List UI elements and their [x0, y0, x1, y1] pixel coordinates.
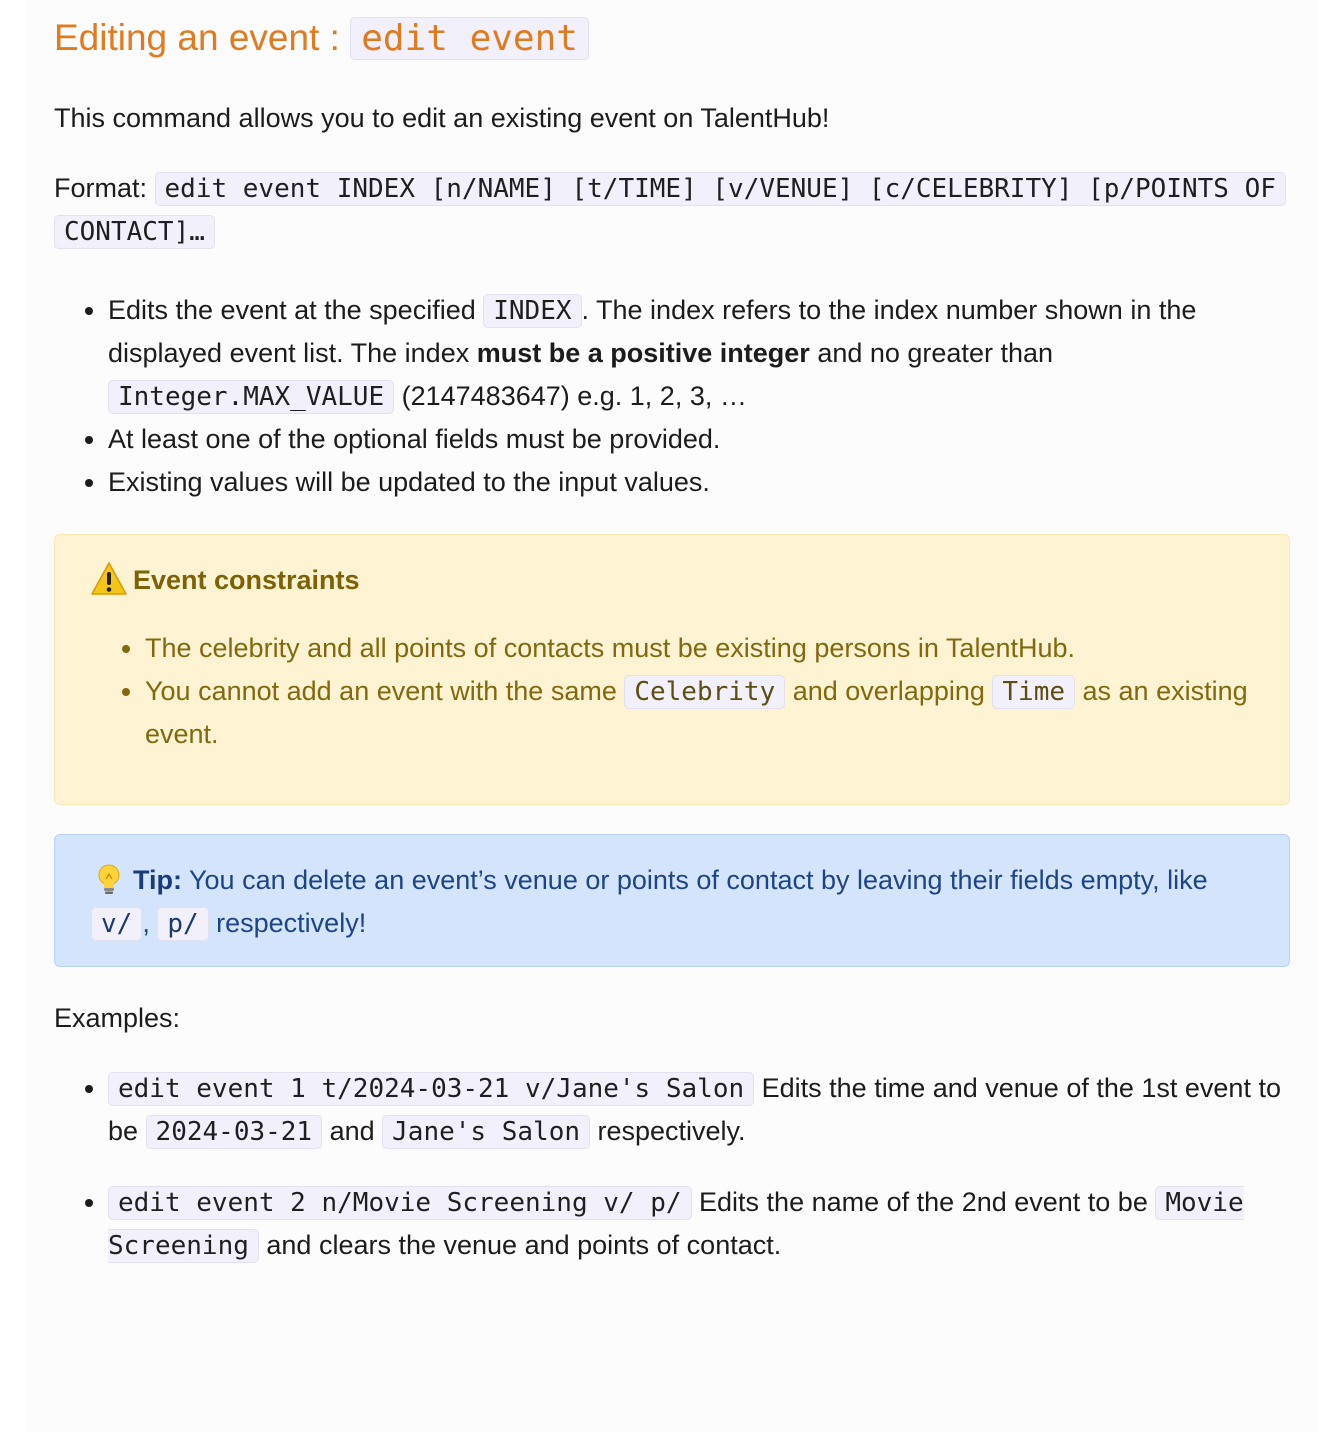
text: (2147483647) e.g. 1, 2, 3, … — [394, 381, 747, 412]
text: You cannot add an event with the same — [145, 676, 625, 707]
intro-paragraph: This command allows you to edit an exist… — [54, 103, 830, 134]
inline-code: Integer.MAX_VALUE — [108, 380, 395, 415]
inline-code: p/ — [157, 907, 209, 942]
inline-code: 2024-03-21 — [145, 1115, 323, 1150]
tip-text: You can delete an event’s venue or point… — [182, 865, 1208, 896]
inline-code: edit event 1 t/2024-03-21 v/Jane's Salon — [108, 1072, 755, 1107]
list-item: edit event 2 n/Movie Screening v/ p/ Edi… — [108, 1181, 1290, 1267]
warning-header: Event constraints — [91, 559, 1253, 602]
tip-box: Tip: You can delete an event’s venue or … — [54, 834, 1290, 968]
list-item: You cannot add an event with the same Ce… — [145, 670, 1253, 756]
doc-content: Editing an event : edit event This comma… — [54, 0, 1290, 1267]
list-item: Existing values will be updated to the i… — [108, 461, 1290, 504]
section-heading: Editing an event : edit event — [54, 0, 1290, 64]
list-item: edit event 1 t/2024-03-21 v/Jane's Salon… — [108, 1067, 1290, 1153]
tip-text: respectively! — [208, 908, 367, 939]
bold-text: must be a positive integer — [476, 338, 810, 369]
warning-title: Event constraints — [133, 565, 360, 596]
inline-code: v/ — [91, 907, 143, 942]
heading-text: Editing an event : — [54, 17, 351, 58]
tip-text: , — [142, 908, 158, 939]
heading-code: edit event — [350, 17, 589, 60]
inline-code: Celebrity — [624, 675, 786, 710]
text: and clears the venue and points of conta… — [258, 1230, 782, 1261]
list-item: The celebrity and all points of contacts… — [145, 627, 1253, 670]
text: and overlapping — [785, 676, 993, 707]
text: Edits the event at the specified — [108, 295, 484, 326]
list-item: At least one of the optional fields must… — [108, 418, 1290, 461]
tip-label: Tip: — [133, 865, 182, 896]
inline-code: edit event 2 n/Movie Screening v/ p/ — [108, 1186, 692, 1221]
list-item: Edits the event at the specified INDEX. … — [108, 289, 1290, 418]
format-label: Format: — [54, 173, 155, 204]
inline-code: INDEX — [483, 294, 582, 329]
format-code: edit event INDEX [n/NAME] [t/TIME] [v/VE… — [54, 172, 1286, 250]
warning-list: The celebrity and all points of contacts… — [91, 627, 1253, 756]
warning-box: Event constraints The celebrity and all … — [54, 534, 1290, 806]
text: Edits the name of the 2nd event to be — [691, 1187, 1156, 1218]
warning-icon — [91, 562, 127, 596]
examples-label: Examples: — [54, 1003, 181, 1034]
lightbulb-icon — [98, 864, 120, 895]
format-paragraph: Format: edit event INDEX [n/NAME] [t/TIM… — [54, 167, 1290, 253]
details-list: Edits the event at the specified INDEX. … — [54, 289, 1290, 504]
inline-code: Time — [992, 675, 1076, 710]
text: and — [322, 1116, 383, 1147]
page: Editing an event : edit event This comma… — [25, 0, 1317, 1432]
inline-code: Jane's Salon — [382, 1115, 590, 1150]
text: and no greater than — [809, 338, 1053, 369]
examples-list: edit event 1 t/2024-03-21 v/Jane's Salon… — [54, 1067, 1290, 1267]
text: respectively. — [590, 1116, 746, 1147]
